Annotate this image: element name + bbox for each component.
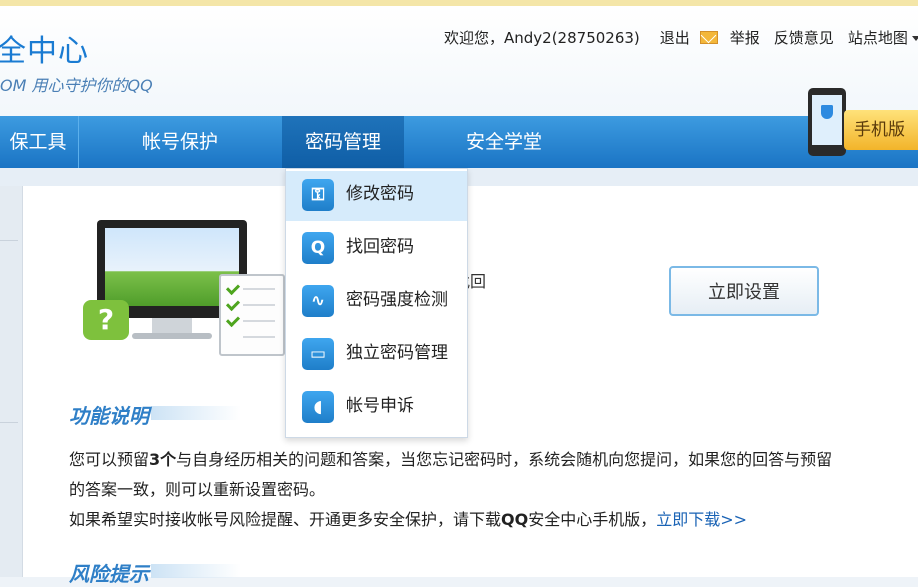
mail-icon[interactable]: [699, 30, 718, 44]
section-title-risk: 风险提示: [69, 558, 241, 587]
sitemap-link[interactable]: 站点地图: [848, 27, 918, 48]
left-sidebar: [0, 186, 23, 577]
shield-icon: [821, 105, 833, 119]
tab-security-school[interactable]: 安全学堂: [404, 116, 604, 168]
section-title-features: 功能说明: [69, 400, 241, 429]
tab-account-protection[interactable]: 帐号保护: [78, 116, 281, 168]
report-link[interactable]: 举报: [730, 27, 760, 48]
logo-slogan: OM 用心守护你的QQ: [0, 76, 153, 95]
pulse-icon: ∿: [302, 285, 334, 317]
sitemap-label: 站点地图: [847, 28, 908, 47]
phone-icon: [808, 88, 846, 156]
key-icon: ⚿: [302, 179, 334, 211]
header: 全中心 OM 用心守护你的QQ 欢迎您，Andy2(28750263) 退出 举…: [0, 6, 918, 116]
menu-item-password-strength[interactable]: ∿ 密码强度检测: [286, 277, 467, 327]
checklist-icon: [219, 274, 285, 356]
menu-item-label: 独立密码管理: [346, 343, 448, 363]
section-title-features-text: 功能说明: [69, 404, 149, 428]
tab-tools[interactable]: 保工具: [0, 116, 78, 168]
download-link[interactable]: 立即下载>>: [656, 510, 747, 529]
section-title-risk-text: 风险提示: [69, 562, 149, 586]
menu-item-account-appeal[interactable]: ◖ 帐号申诉: [286, 383, 467, 433]
question-icon: ?: [83, 300, 129, 340]
sidebar-divider: [0, 240, 18, 241]
description-line-2: 的答案一致，则可以重新设置密码。: [69, 480, 326, 499]
feedback-link[interactable]: 反馈意见: [774, 27, 834, 48]
menu-item-label: 帐号申诉: [346, 396, 414, 416]
briefcase-icon: ▭: [302, 338, 334, 370]
menu-item-independent-password[interactable]: ▭ 独立密码管理: [286, 330, 467, 380]
welcome-text: 欢迎您，Andy2(28750263): [444, 28, 640, 47]
search-doc-icon: Q: [302, 232, 334, 264]
mobile-version-badge[interactable]: 手机版: [790, 88, 918, 158]
security-illustration: ?: [83, 216, 308, 356]
menu-item-change-password[interactable]: ⚿ 修改密码: [286, 171, 467, 221]
menu-item-label: 修改密码: [346, 184, 414, 204]
password-management-dropdown: ⚿ 修改密码 Q 找回密码 ∿ 密码强度检测 ▭ 独立密码管理 ◖ 帐号申诉: [285, 168, 468, 438]
main-content: ? 找回 立即设置 功能说明 您可以预留3个与自身经历相关的问题和答案，当您忘记…: [23, 186, 918, 586]
mobile-version-label: 手机版: [844, 110, 918, 150]
chat-bubble-icon: ◖: [302, 391, 334, 423]
menu-item-recover-password[interactable]: Q 找回密码: [286, 224, 467, 274]
main-nav: 保工具 帐号保护 密码管理 安全学堂: [0, 116, 918, 168]
menu-item-label: 找回密码: [346, 237, 414, 257]
menu-item-label: 密码强度检测: [346, 290, 448, 310]
tab-password-management[interactable]: 密码管理: [282, 116, 404, 168]
set-now-button[interactable]: 立即设置: [669, 266, 819, 316]
description-line-1: 您可以预留3个与自身经历相关的问题和答案，当您忘记密码时，系统会随机向您提问，如…: [69, 450, 833, 469]
chevron-down-icon: [911, 35, 918, 41]
sidebar-divider: [0, 422, 18, 423]
description-line-3: 如果希望实时接收帐号风险提醒、开通更多安全保护，请下载QQ安全中心手机版，立即下…: [69, 510, 748, 529]
logo-title[interactable]: 全中心: [0, 26, 89, 70]
logout-link[interactable]: 退出: [660, 27, 690, 48]
top-nav: 欢迎您，Andy2(28750263) 退出 举报 反馈意见 站点地图 E: [444, 24, 918, 50]
